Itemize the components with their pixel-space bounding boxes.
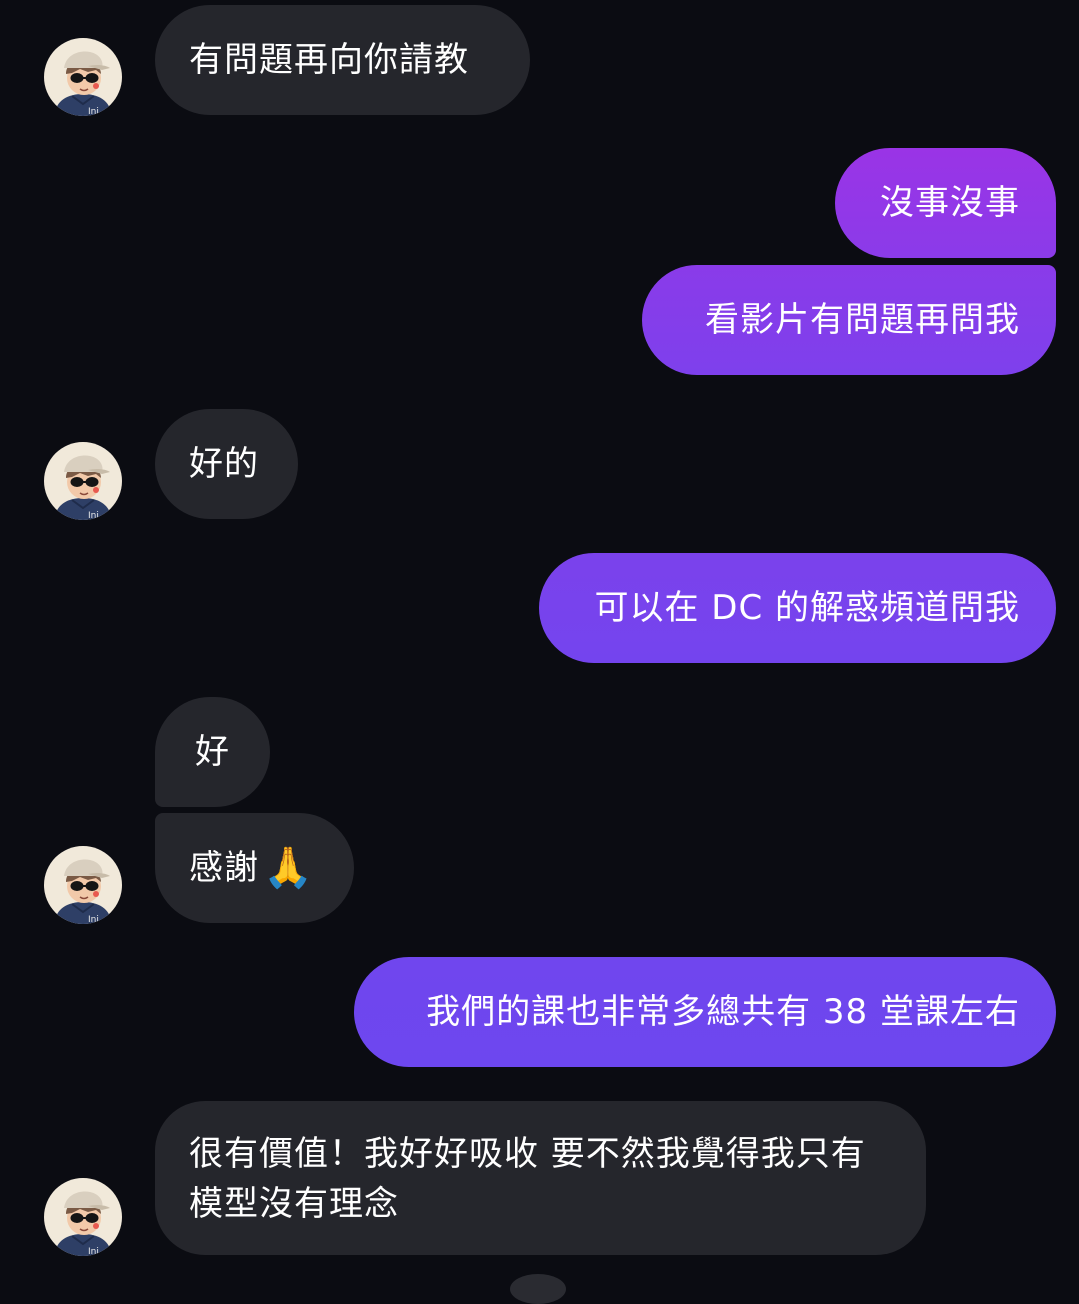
message-text: 很有價值！我好好吸收 要不然我覺得我只有模型沒有理念 (189, 1134, 866, 1224)
avatar[interactable] (44, 1178, 122, 1256)
message-bubble-incoming[interactable]: 有問題再向你請教 (155, 5, 530, 115)
avatar[interactable] (44, 38, 122, 116)
avatar[interactable] (44, 846, 122, 924)
message-bubble-incoming[interactable]: 很有價值！我好好吸收 要不然我覺得我只有模型沒有理念 (155, 1101, 926, 1255)
message-text: 我們的課也非常多總共有 38 堂課左右 (426, 992, 1020, 1032)
message-text: 好的 (189, 444, 259, 484)
scroll-indicator (510, 1274, 566, 1304)
message-text: 沒事沒事 (880, 183, 1020, 223)
pray-emoji-icon: 🙏 (263, 845, 314, 891)
message-bubble-incoming[interactable]: 好 (155, 697, 270, 807)
message-bubble-incoming[interactable]: 感謝 🙏 (155, 813, 354, 923)
message-bubble-outgoing[interactable]: 我們的課也非常多總共有 38 堂課左右 (354, 957, 1056, 1067)
message-bubble-outgoing[interactable]: 可以在 DC 的解惑頻道問我 (539, 553, 1056, 663)
message-text: 有問題再向你請教 (189, 40, 469, 80)
message-text: 可以在 DC 的解惑頻道問我 (594, 588, 1020, 628)
avatar-icon (44, 1178, 122, 1256)
message-bubble-outgoing[interactable]: 看影片有問題再問我 (642, 265, 1056, 375)
message-bubble-outgoing[interactable]: 沒事沒事 (835, 148, 1056, 258)
message-text: 看影片有問題再問我 (705, 300, 1020, 340)
message-text: 感謝 (189, 848, 259, 888)
avatar[interactable] (44, 442, 122, 520)
message-bubble-incoming[interactable]: 好的 (155, 409, 298, 519)
avatar-icon (44, 38, 122, 116)
avatar-icon (44, 846, 122, 924)
chat-thread: 有問題再向你請教 沒事沒事 看影片有問題再問我 好的 可以在 DC 的解惑頻道問… (0, 0, 1079, 1304)
message-text: 好 (195, 732, 230, 772)
avatar-icon (44, 442, 122, 520)
